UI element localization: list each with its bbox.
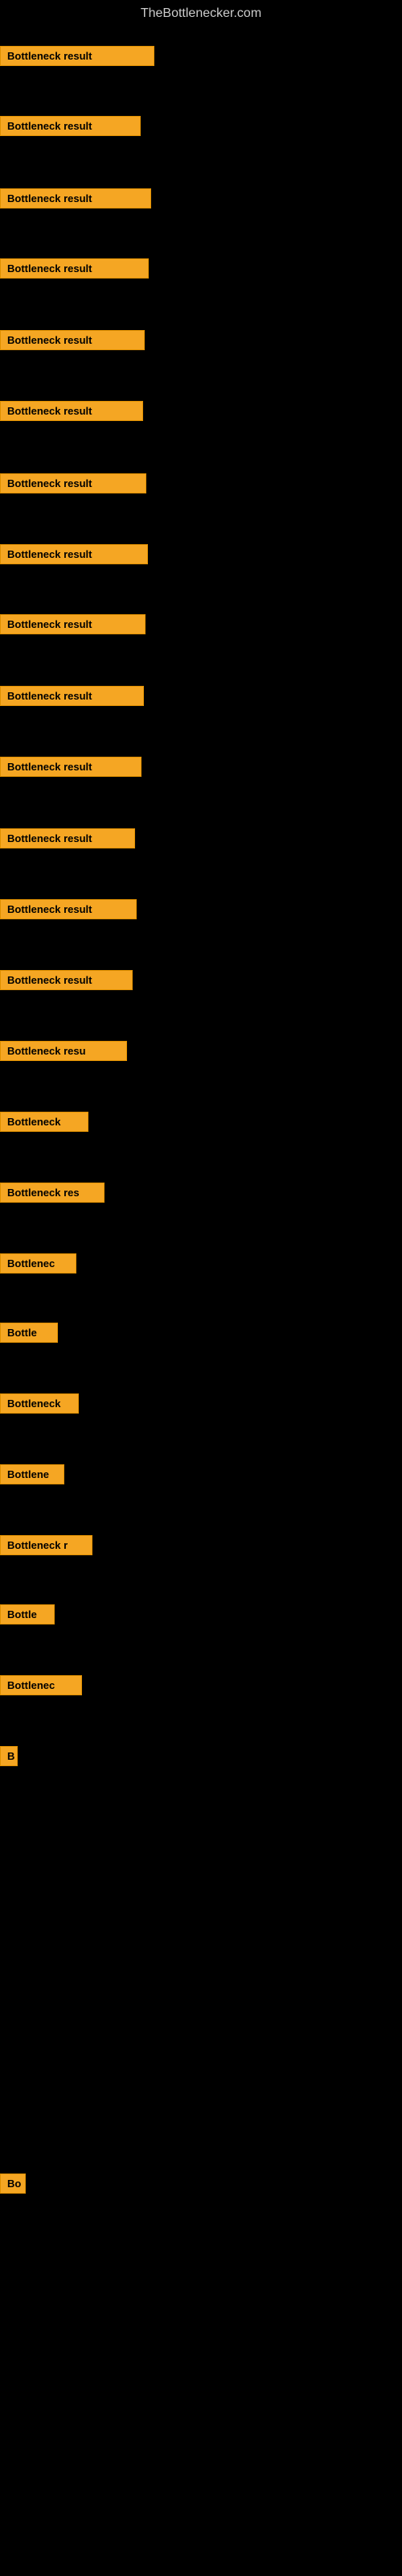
- bottleneck-badge[interactable]: Bottle: [0, 1323, 58, 1343]
- bottleneck-result-item: B: [0, 1746, 18, 1770]
- bottleneck-badge[interactable]: Bottleneck result: [0, 614, 146, 634]
- bottleneck-result-item: Bottleneck result: [0, 686, 144, 710]
- bottleneck-badge[interactable]: B: [0, 1746, 18, 1766]
- bottleneck-badge[interactable]: Bottleneck result: [0, 686, 144, 706]
- bottleneck-result-item: Bo: [0, 2174, 26, 2198]
- bottleneck-badge[interactable]: Bottleneck result: [0, 116, 141, 136]
- bottleneck-badge[interactable]: Bottlenec: [0, 1675, 82, 1695]
- bottleneck-badge[interactable]: Bottleneck: [0, 1112, 88, 1132]
- bottleneck-badge[interactable]: Bottleneck result: [0, 258, 149, 279]
- bottleneck-badge[interactable]: Bottleneck result: [0, 757, 142, 777]
- bottleneck-result-item: Bottleneck result: [0, 757, 142, 781]
- bottleneck-badge[interactable]: Bottleneck result: [0, 970, 133, 990]
- bottleneck-badge[interactable]: Bottleneck resu: [0, 1041, 127, 1061]
- bottleneck-badge[interactable]: Bottle: [0, 1604, 55, 1624]
- bottleneck-result-item: Bottleneck result: [0, 46, 154, 70]
- bottleneck-result-item: Bottleneck result: [0, 401, 143, 425]
- bottleneck-badge[interactable]: Bottlenec: [0, 1253, 76, 1274]
- bottleneck-badge[interactable]: Bottleneck: [0, 1393, 79, 1414]
- bottleneck-badge[interactable]: Bottleneck res: [0, 1183, 105, 1203]
- bottleneck-result-item: Bottleneck result: [0, 116, 141, 140]
- bottleneck-result-item: Bottlenec: [0, 1675, 82, 1699]
- bottleneck-result-item: Bottlene: [0, 1464, 64, 1488]
- bottleneck-badge[interactable]: Bottleneck result: [0, 401, 143, 421]
- bottleneck-result-item: Bottleneck result: [0, 188, 151, 213]
- bottleneck-result-item: Bottleneck result: [0, 899, 137, 923]
- bottleneck-result-item: Bottleneck res: [0, 1183, 105, 1207]
- bottleneck-result-item: Bottleneck result: [0, 258, 149, 283]
- bottleneck-result-item: Bottle: [0, 1323, 58, 1347]
- bottleneck-result-item: Bottleneck result: [0, 330, 145, 354]
- bottleneck-result-item: Bottleneck result: [0, 544, 148, 568]
- bottleneck-result-item: Bottleneck result: [0, 828, 135, 852]
- bottleneck-result-item: Bottleneck result: [0, 614, 146, 638]
- bottleneck-result-item: Bottle: [0, 1604, 55, 1629]
- bottleneck-badge[interactable]: Bottleneck result: [0, 188, 151, 208]
- bottleneck-badge[interactable]: Bottleneck result: [0, 828, 135, 848]
- bottleneck-badge[interactable]: Bottlene: [0, 1464, 64, 1484]
- bottleneck-badge[interactable]: Bottleneck result: [0, 899, 137, 919]
- bottleneck-badge[interactable]: Bottleneck r: [0, 1535, 92, 1555]
- bottleneck-result-item: Bottleneck resu: [0, 1041, 127, 1065]
- bottleneck-result-item: Bottleneck: [0, 1112, 88, 1136]
- bottleneck-badge[interactable]: Bottleneck result: [0, 473, 146, 493]
- bottleneck-result-item: Bottleneck result: [0, 970, 133, 994]
- bottleneck-badge[interactable]: Bottleneck result: [0, 544, 148, 564]
- bottleneck-result-item: Bottleneck: [0, 1393, 79, 1418]
- site-title: TheBottlenecker.com: [0, 0, 402, 27]
- bottleneck-result-item: Bottleneck r: [0, 1535, 92, 1559]
- bottleneck-badge[interactable]: Bo: [0, 2174, 26, 2194]
- bottleneck-result-item: Bottleneck result: [0, 473, 146, 497]
- bottleneck-badge[interactable]: Bottleneck result: [0, 330, 145, 350]
- bottleneck-result-item: Bottlenec: [0, 1253, 76, 1278]
- bottleneck-badge[interactable]: Bottleneck result: [0, 46, 154, 66]
